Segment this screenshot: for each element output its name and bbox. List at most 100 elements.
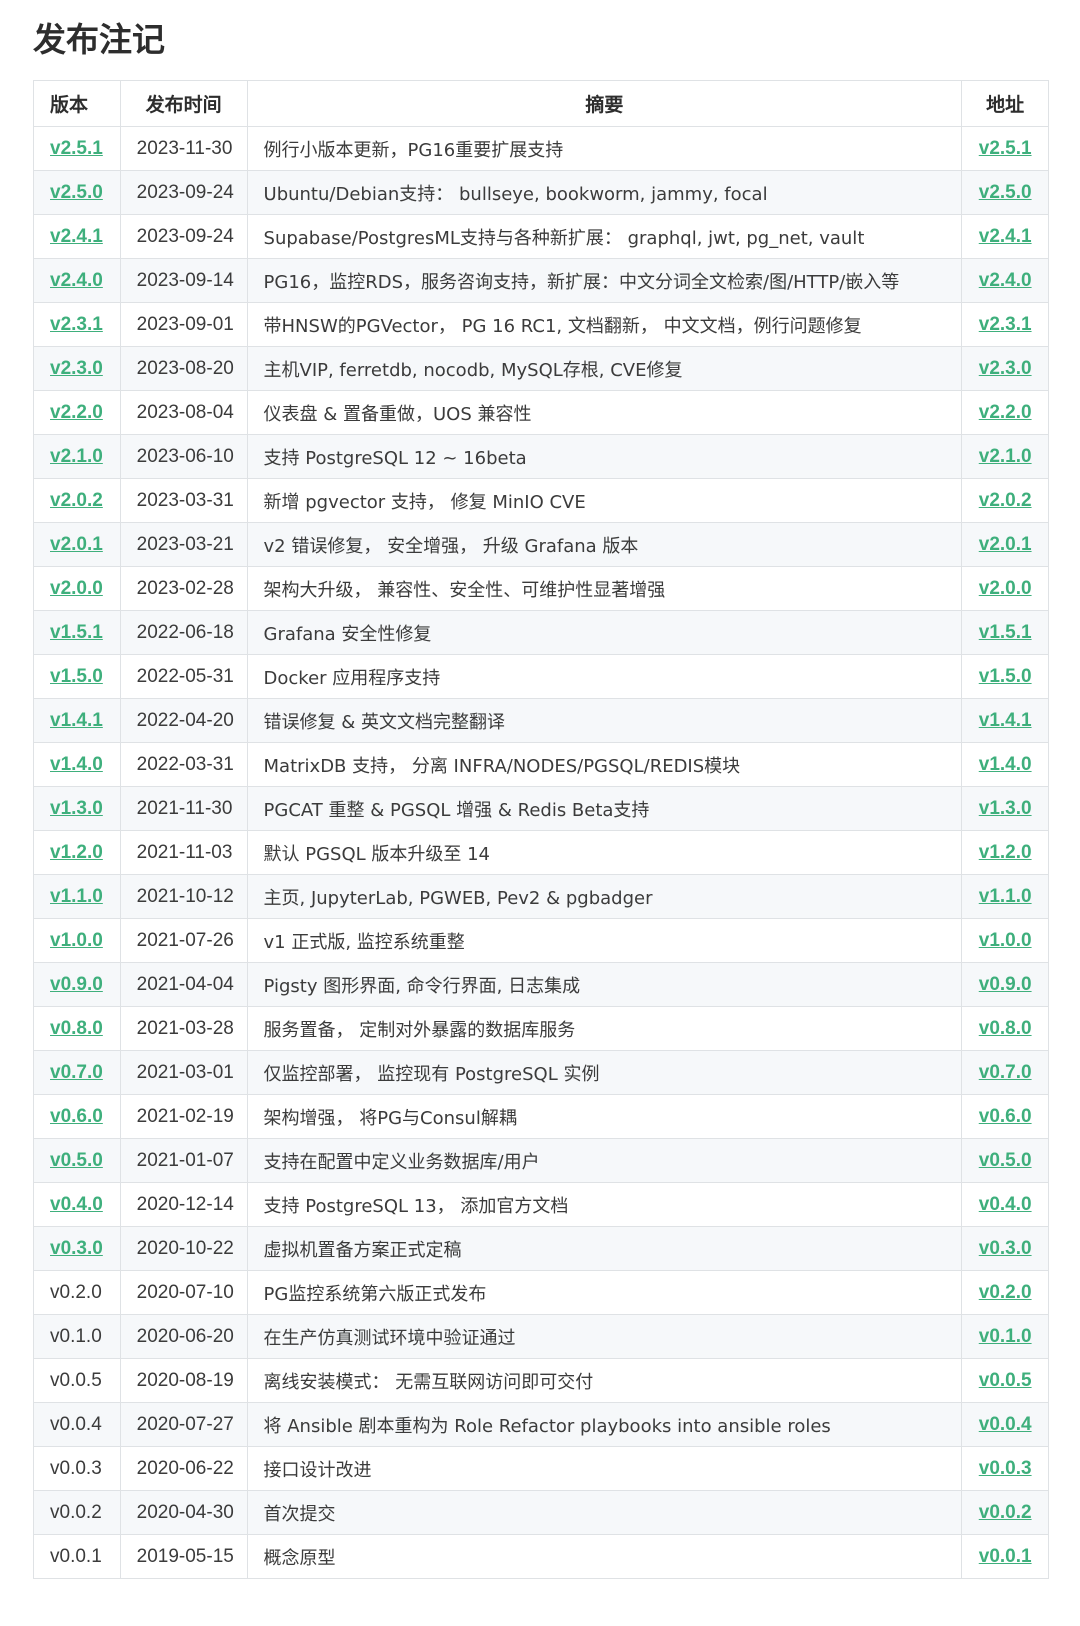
release-url-link[interactable]: v0.9.0 xyxy=(979,974,1032,995)
release-url-link[interactable]: v1.1.0 xyxy=(979,886,1032,907)
release-url-link[interactable]: v0.3.0 xyxy=(979,1238,1032,1259)
url-cell: v1.1.0 xyxy=(961,874,1049,919)
release-url-link[interactable]: v1.5.1 xyxy=(979,622,1032,643)
release-summary: 将 Ansible 剧本重构为 Role Refactor playbooks … xyxy=(246,1402,963,1447)
table-row: v2.1.0 2023-06-10 支持 PostgreSQL 12 ~ 16bet… xyxy=(33,434,1049,479)
version-cell: v0.8.0 xyxy=(33,1006,121,1051)
version-link[interactable]: v2.5.0 xyxy=(50,182,103,203)
url-cell: v1.0.0 xyxy=(961,918,1049,963)
version-cell: v0.0.5 xyxy=(33,1358,121,1403)
table-row: v0.0.4 2020-07-27 将 Ansible 剧本重构为 Role Ref… xyxy=(33,1402,1049,1447)
version-link[interactable]: v2.0.2 xyxy=(50,490,103,511)
version-link[interactable]: v1.4.1 xyxy=(50,710,103,731)
release-url-link[interactable]: v1.3.0 xyxy=(979,798,1032,819)
release-url-link[interactable]: v0.0.4 xyxy=(979,1414,1032,1435)
version-link[interactable]: v0.4.0 xyxy=(50,1194,103,1215)
version-link[interactable]: v2.5.1 xyxy=(50,138,103,159)
table-row: v0.5.0 2021-01-07 支持在配置中定义业务数据库/用户 v0.5.0 xyxy=(33,1138,1049,1183)
version-link[interactable]: v0.3.0 xyxy=(50,1238,103,1259)
release-url-link[interactable]: v1.4.1 xyxy=(979,710,1032,731)
release-date: 2020-07-27 xyxy=(119,1402,248,1447)
version-link[interactable]: v0.7.0 xyxy=(50,1062,103,1083)
url-cell: v2.2.0 xyxy=(961,390,1049,435)
release-summary: 错误修复 & 英文文档完整翻译 xyxy=(246,698,963,743)
version-link[interactable]: v2.2.0 xyxy=(50,402,103,423)
table-row: v1.5.1 2022-06-18 Grafana 安全性修复 v1.5.1 xyxy=(33,610,1049,655)
release-url-link[interactable]: v0.0.5 xyxy=(979,1370,1032,1391)
version-cell: v0.1.0 xyxy=(33,1314,121,1359)
table-row: v2.4.0 2023-09-14 PG16，监控RDS，服务咨询支持，新扩展：中文… xyxy=(33,258,1049,303)
version-link[interactable]: v0.9.0 xyxy=(50,974,103,995)
version-link[interactable]: v2.1.0 xyxy=(50,446,103,467)
release-url-link[interactable]: v2.4.0 xyxy=(979,270,1032,291)
release-summary: 接口设计改进 xyxy=(246,1446,963,1491)
release-url-link[interactable]: v0.0.1 xyxy=(979,1546,1032,1567)
release-date: 2021-02-19 xyxy=(119,1094,248,1139)
version-link[interactable]: v1.0.0 xyxy=(50,930,103,951)
version-link[interactable]: v2.0.0 xyxy=(50,578,103,599)
url-cell: v2.5.1 xyxy=(961,126,1049,171)
release-url-link[interactable]: v2.0.0 xyxy=(979,578,1032,599)
release-summary: Pigsty 图形界面, 命令行界面, 日志集成 xyxy=(246,962,963,1007)
release-summary: Docker 应用程序支持 xyxy=(246,654,963,699)
version-link[interactable]: v1.5.1 xyxy=(50,622,103,643)
release-date: 2023-08-20 xyxy=(119,346,248,391)
version-link[interactable]: v1.3.0 xyxy=(50,798,103,819)
release-url-link[interactable]: v2.5.1 xyxy=(979,138,1032,159)
release-url-link[interactable]: v0.0.3 xyxy=(979,1458,1032,1479)
version-link[interactable]: v2.0.1 xyxy=(50,534,103,555)
release-summary: 默认 PGSQL 版本升级至 14 xyxy=(246,830,963,875)
release-url-link[interactable]: v0.1.0 xyxy=(979,1326,1032,1347)
release-url-link[interactable]: v0.5.0 xyxy=(979,1150,1032,1171)
release-date: 2022-05-31 xyxy=(119,654,248,699)
release-url-link[interactable]: v2.3.0 xyxy=(979,358,1032,379)
url-cell: v1.2.0 xyxy=(961,830,1049,875)
url-cell: v1.5.1 xyxy=(961,610,1049,655)
release-date: 2021-03-01 xyxy=(119,1050,248,1095)
release-url-link[interactable]: v0.0.2 xyxy=(979,1502,1032,1523)
version-link[interactable]: v2.4.1 xyxy=(50,226,103,247)
release-date: 2020-07-10 xyxy=(119,1270,248,1315)
version-link[interactable]: v1.1.0 xyxy=(50,886,103,907)
table-row: v0.6.0 2021-02-19 架构增强， 将PG与Consul解耦 v0.6.0 xyxy=(33,1094,1049,1139)
release-url-link[interactable]: v2.1.0 xyxy=(979,446,1032,467)
version-link[interactable]: v1.5.0 xyxy=(50,666,103,687)
release-url-link[interactable]: v0.2.0 xyxy=(979,1282,1032,1303)
release-url-link[interactable]: v2.0.1 xyxy=(979,534,1032,555)
version-cell: v2.4.0 xyxy=(33,258,121,303)
release-summary: MatrixDB 支持， 分离 INFRA/NODES/PGSQL/REDIS模… xyxy=(246,742,963,787)
version-link[interactable]: v2.4.0 xyxy=(50,270,103,291)
release-url-link[interactable]: v1.4.0 xyxy=(979,754,1032,775)
version-link[interactable]: v0.8.0 xyxy=(50,1018,103,1039)
release-url-link[interactable]: v1.0.0 xyxy=(979,930,1032,951)
version-text: v0.0.1 xyxy=(50,1545,102,1567)
release-url-link[interactable]: v0.8.0 xyxy=(979,1018,1032,1039)
release-summary: Ubuntu/Debian支持： bullseye, bookworm, jam… xyxy=(246,170,963,215)
version-cell: v2.5.1 xyxy=(33,126,121,171)
release-url-link[interactable]: v2.5.0 xyxy=(979,182,1032,203)
release-url-link[interactable]: v2.3.1 xyxy=(979,314,1032,335)
version-link[interactable]: v0.6.0 xyxy=(50,1106,103,1127)
release-url-link[interactable]: v1.5.0 xyxy=(979,666,1032,687)
release-url-link[interactable]: v2.0.2 xyxy=(979,490,1032,511)
release-date: 2021-10-12 xyxy=(119,874,248,919)
release-url-link[interactable]: v0.6.0 xyxy=(979,1106,1032,1127)
release-url-link[interactable]: v0.7.0 xyxy=(979,1062,1032,1083)
url-cell: v2.0.1 xyxy=(961,522,1049,567)
version-link[interactable]: v1.2.0 xyxy=(50,842,103,863)
release-date: 2022-04-20 xyxy=(119,698,248,743)
version-link[interactable]: v2.3.0 xyxy=(50,358,103,379)
version-link[interactable]: v0.5.0 xyxy=(50,1150,103,1171)
version-cell: v1.5.1 xyxy=(33,610,121,655)
release-url-link[interactable]: v2.4.1 xyxy=(979,226,1032,247)
table-row: v0.0.1 2019-05-15 概念原型 v0.0.1 xyxy=(33,1534,1049,1579)
version-cell: v0.0.1 xyxy=(33,1534,121,1579)
version-link[interactable]: v2.3.1 xyxy=(50,314,103,335)
version-link[interactable]: v1.4.0 xyxy=(50,754,103,775)
version-cell: v0.5.0 xyxy=(33,1138,121,1183)
url-cell: v0.8.0 xyxy=(961,1006,1049,1051)
release-url-link[interactable]: v2.2.0 xyxy=(979,402,1032,423)
table-row: v2.5.0 2023-09-24 Ubuntu/Debian支持： bullsey… xyxy=(33,170,1049,215)
release-url-link[interactable]: v1.2.0 xyxy=(979,842,1032,863)
release-url-link[interactable]: v0.4.0 xyxy=(979,1194,1032,1215)
